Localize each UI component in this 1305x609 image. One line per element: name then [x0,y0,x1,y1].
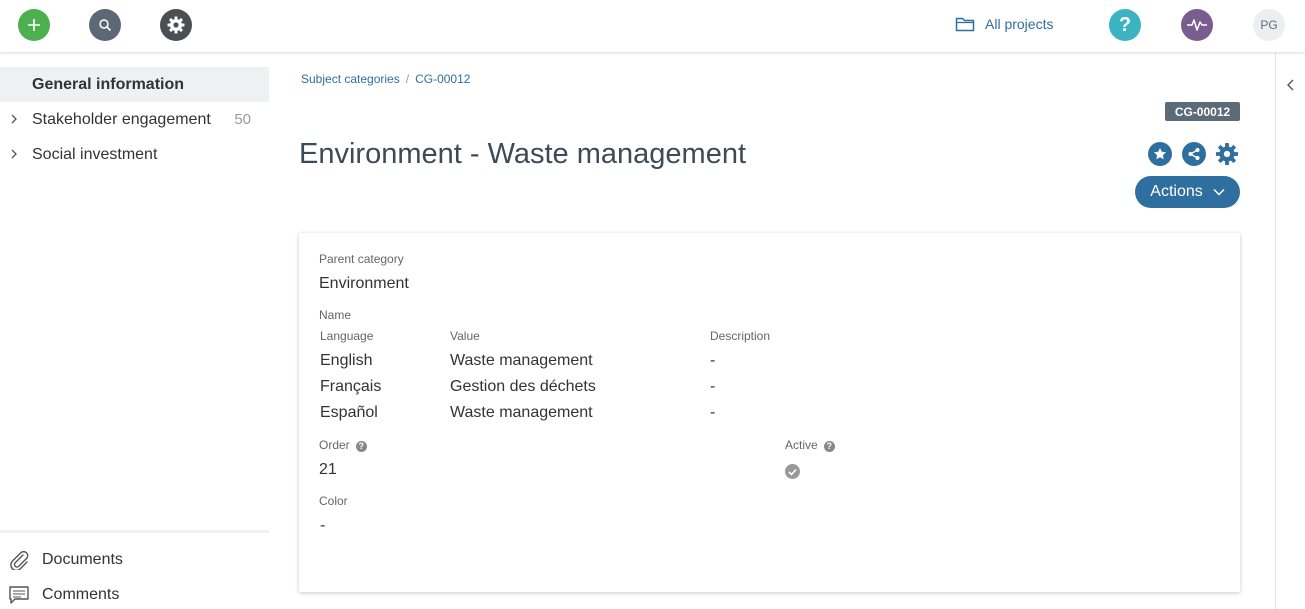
sidebar-item-comments[interactable]: Comments [0,580,269,609]
sidebar-item-count: 50 [234,111,251,128]
activity-pulse-icon [1187,19,1207,31]
parent-category-value: Environment [319,275,409,292]
row-language: English [320,352,373,369]
add-button[interactable] [18,9,50,41]
activity-button[interactable] [1181,9,1213,41]
sidebar-item-label: Documents [42,551,123,568]
sidebar-item-label: General information [32,75,185,93]
row-value: Waste management [450,404,593,421]
order-field-label: Order? [319,438,367,452]
row-value: Gestion des déchets [450,378,596,395]
paperclip-icon [10,550,29,570]
breadcrumb-item-subject-categories[interactable]: Subject categories [301,72,400,86]
order-value: 21 [319,461,337,478]
right-side-panel [1275,52,1305,609]
user-avatar[interactable]: PG [1253,9,1285,41]
row-value: Waste management [450,352,593,369]
share-button[interactable] [1182,142,1206,166]
record-settings-button[interactable] [1215,142,1239,166]
help-icon: ? [1118,13,1132,36]
actions-dropdown-button[interactable]: Actions [1135,176,1240,208]
record-code-badge: CG-00012 [1165,102,1240,121]
sidebar-item-label: Comments [42,586,120,603]
row-language: Español [320,404,378,421]
chevron-right-icon [11,149,17,159]
chevron-right-icon [11,114,17,124]
breadcrumb-item-current[interactable]: CG-00012 [415,72,470,86]
favorite-button[interactable] [1148,142,1172,166]
active-check-icon [785,464,800,479]
row-description: - [710,404,716,421]
star-icon [1154,148,1166,160]
help-circle-icon[interactable]: ? [823,441,835,452]
all-projects-link[interactable]: All projects [955,16,1053,32]
actions-label: Actions [1150,183,1203,200]
details-card: Parent category Environment Name Languag… [299,233,1240,592]
color-value: - [320,517,326,534]
active-label: Active [785,438,818,452]
order-label: Order [319,438,350,452]
share-icon [1188,148,1200,160]
top-bar: All projects ? PG [0,0,1305,52]
user-initials: PG [1260,18,1278,32]
column-header-language: Language [320,329,374,343]
row-language: Français [320,378,382,395]
search-button[interactable] [89,9,121,41]
gear-icon [1215,142,1239,166]
folder-icon [955,17,975,32]
color-label: Color [319,494,348,508]
breadcrumb: Subject categories / CG-00012 [301,72,470,86]
plus-icon [28,19,40,31]
sidebar-item-general-information[interactable]: General information [0,67,269,102]
settings-button[interactable] [160,9,192,41]
sidebar: General information Stakeholder engageme… [0,52,269,609]
help-button[interactable]: ? [1109,9,1141,41]
row-description: - [710,352,716,369]
sidebar-item-social-investment[interactable]: Social investment [0,137,269,172]
parent-category-label: Parent category [319,252,404,266]
sidebar-item-label: Social investment [32,145,158,163]
page-title: Environment - Waste management [299,138,747,170]
search-icon [99,19,112,32]
breadcrumb-separator: / [405,72,410,86]
comment-icon [9,586,29,604]
column-header-description: Description [710,329,771,343]
sidebar-item-documents[interactable]: Documents [0,545,269,575]
sidebar-item-stakeholder-engagement[interactable]: Stakeholder engagement 50 [0,102,269,137]
all-projects-label: All projects [985,16,1054,32]
chevron-left-icon[interactable] [1285,78,1297,92]
active-field-label: Active? [785,438,835,452]
name-label: Name [319,308,352,322]
gear-icon [167,16,185,34]
column-header-value: Value [450,329,480,343]
help-circle-icon[interactable]: ? [355,441,367,452]
sidebar-item-label: Stakeholder engagement [32,110,211,128]
chevron-down-icon [1213,188,1225,196]
row-description: - [710,378,716,395]
sidebar-divider [0,530,269,533]
